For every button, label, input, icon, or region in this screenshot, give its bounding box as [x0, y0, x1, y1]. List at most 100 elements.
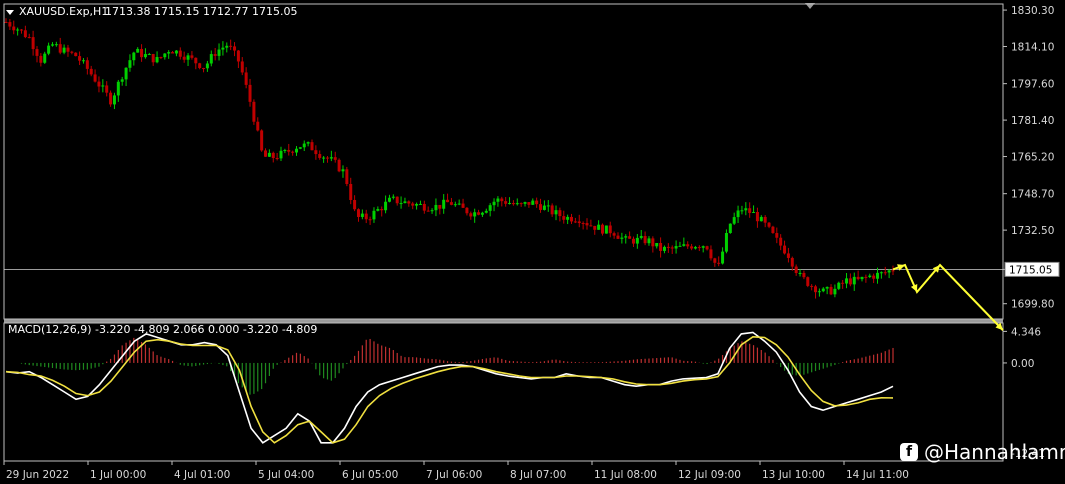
candle-body [430, 210, 434, 212]
candle-body [488, 205, 492, 211]
candle-body [97, 81, 101, 87]
watermark-text: @Hannahlamm [924, 440, 1065, 464]
candle-body [775, 233, 779, 238]
symbol-dropdown-icon[interactable] [6, 10, 14, 15]
candle-body [380, 209, 384, 211]
candle-body [302, 143, 306, 148]
candle-body [856, 276, 860, 280]
candle-body [519, 203, 523, 205]
candle-body [631, 238, 635, 244]
candle-body [178, 50, 182, 57]
candle-body [360, 213, 364, 217]
candle-body [318, 154, 322, 158]
candle-body [883, 272, 887, 274]
candle-body [829, 286, 833, 295]
candle-body [639, 236, 643, 238]
candle-body [748, 208, 752, 213]
candle-body [143, 54, 147, 58]
candle-body [752, 211, 756, 213]
candle-body [504, 201, 508, 204]
macd-header: MACD(12,26,9) -3.220 -4.809 2.066 0.000 … [8, 323, 317, 336]
candle-body [535, 200, 539, 205]
candle-body [233, 46, 237, 51]
candle-body [546, 205, 550, 207]
candle-body [876, 272, 880, 279]
candle-body [271, 152, 275, 158]
candle-body [213, 54, 217, 56]
price-tick-label: 1765.20 [1011, 152, 1054, 164]
facebook-icon: f [900, 443, 918, 461]
price-panel-frame [3, 3, 1004, 320]
candle-body [558, 210, 562, 217]
candle-body [35, 49, 39, 56]
candle-body [446, 199, 450, 203]
candle-body [570, 216, 574, 222]
candle-body [16, 29, 20, 31]
candle-body [693, 247, 697, 249]
candle-body [701, 246, 705, 248]
candle-body [89, 68, 93, 75]
candle-body [465, 207, 469, 214]
candle-body [217, 49, 221, 56]
candle-body [817, 291, 821, 293]
candle-body [806, 277, 810, 286]
candle-body [136, 48, 140, 53]
candle-body [442, 199, 446, 209]
candle-body [697, 247, 701, 249]
candle-body [120, 79, 124, 82]
candle-body [566, 216, 570, 220]
candle-body [527, 202, 531, 205]
candle-body [322, 157, 326, 159]
candle-body [810, 285, 814, 287]
macd-tick-label: 0.00 [1011, 358, 1034, 370]
candle-body [496, 198, 500, 202]
price-tick-label: 1732.50 [1011, 225, 1054, 237]
candle-body [643, 236, 647, 244]
candle-body [395, 196, 399, 204]
candle-body [798, 272, 802, 274]
candle-body [887, 270, 891, 273]
candle-body [539, 204, 543, 210]
candle-body [453, 204, 457, 206]
candle-body [225, 45, 229, 48]
candle-body [511, 203, 515, 205]
time-tick-label: 29 Jun 2022 [6, 469, 69, 481]
candle-body [860, 276, 864, 280]
price-tick-label: 1797.60 [1011, 79, 1054, 91]
candle-body [821, 288, 825, 292]
chart-window: XAUUSD.Exp,H1 1713.38 1715.15 1712.77 17… [0, 0, 1065, 484]
candle-body [709, 249, 713, 259]
candle-body [600, 224, 604, 234]
candle-body [713, 258, 717, 263]
candle-body [4, 22, 8, 23]
candle-body [70, 51, 74, 53]
candle-body [666, 246, 670, 248]
candle-body [167, 52, 171, 54]
candle-body [105, 85, 109, 93]
candle-body [477, 212, 481, 215]
candle-body [771, 226, 775, 234]
candle-body [659, 242, 663, 251]
time-tick-label: 6 Jul 05:00 [342, 469, 398, 481]
candle-body [508, 203, 512, 205]
macd-tick-label: 4.346 [1011, 326, 1041, 338]
candle-body [724, 232, 728, 252]
candle-body [109, 92, 113, 105]
candle-body [78, 56, 82, 61]
candle-body [473, 212, 477, 217]
candle-body [422, 203, 426, 211]
candle-body [407, 201, 411, 204]
candle-body [387, 197, 391, 202]
chart-svg: XAUUSD.Exp,H1 1713.38 1715.15 1712.77 17… [3, 3, 1060, 481]
candle-body [310, 142, 314, 151]
candle-body [341, 169, 345, 172]
candle-body [484, 210, 488, 213]
candle-body [786, 253, 790, 258]
price-tick-label: 1830.30 [1011, 5, 1054, 17]
time-tick-label: 11 Jul 08:00 [594, 469, 657, 481]
candle-body [492, 201, 496, 206]
candle-body [678, 245, 682, 247]
current-price-label: 1715.05 [1009, 264, 1052, 276]
candle-body [124, 67, 128, 80]
candle-body [23, 30, 27, 38]
